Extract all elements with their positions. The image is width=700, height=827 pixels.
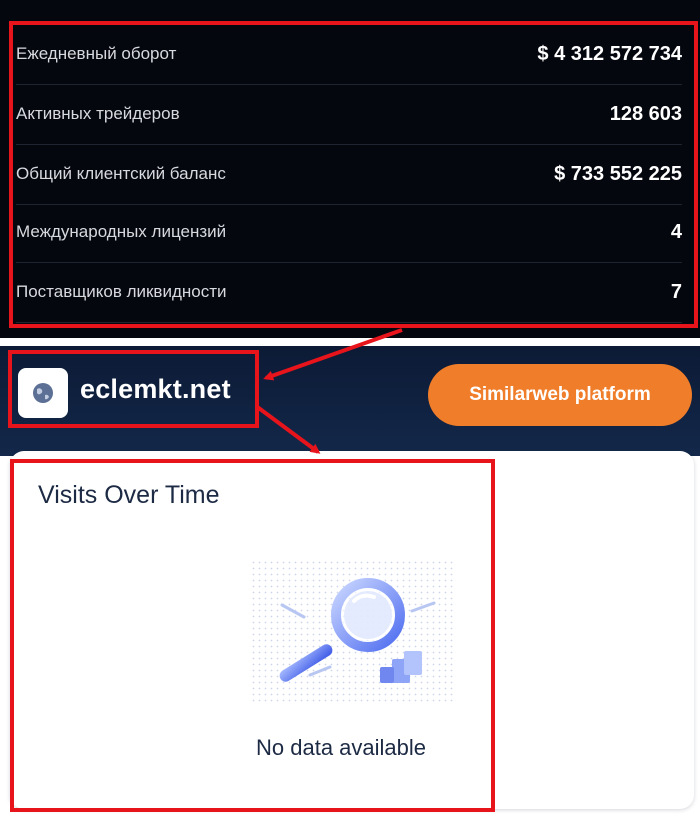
- stats-row: Ежедневный оборот $ 4 312 572 734: [16, 24, 682, 85]
- stat-value: $ 733 552 225: [554, 162, 682, 185]
- stats-row: Поставщиков ликвидности 7: [16, 262, 682, 323]
- stat-label: Активных трейдеров: [16, 104, 180, 123]
- stat-value: 128 603: [609, 102, 682, 125]
- stats-row: Активных трейдеров 128 603: [16, 84, 682, 145]
- stats-row: Международных лицензий 4: [16, 202, 682, 263]
- stat-label: Поставщиков ликвидности: [16, 282, 227, 301]
- globe-icon: [33, 383, 53, 403]
- stat-value: 4: [670, 220, 682, 243]
- site-favicon: [18, 368, 68, 418]
- stats-panel: Ежедневный оборот $ 4 312 572 734 Активн…: [0, 0, 700, 338]
- visits-over-time-card: Visits Over Time No data available: [10, 451, 694, 809]
- magnifier-icon: [250, 559, 456, 703]
- stat-value: $ 4 312 572 734: [537, 42, 682, 65]
- stat-value: 7: [670, 280, 682, 303]
- site-header: eclemkt.net Similarweb platform: [0, 346, 700, 456]
- site-domain[interactable]: eclemkt.net: [80, 374, 231, 405]
- stat-label: Ежедневный оборот: [16, 44, 177, 63]
- similarweb-platform-button[interactable]: Similarweb platform: [428, 364, 692, 426]
- stat-label: Международных лицензий: [16, 222, 227, 241]
- stats-row: Общий клиентский баланс $ 733 552 225: [16, 144, 682, 205]
- no-data-message: No data available: [256, 735, 427, 760]
- card-title: Visits Over Time: [38, 481, 220, 509]
- stat-label: Общий клиентский баланс: [16, 164, 226, 183]
